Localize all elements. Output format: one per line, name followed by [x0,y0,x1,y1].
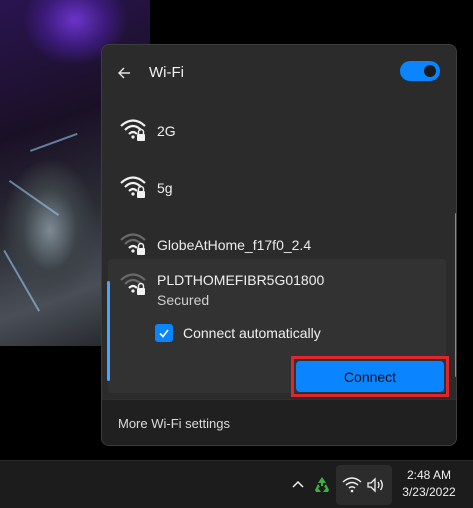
flyout-footer: More Wi-Fi settings [102,399,456,445]
wifi-weak-secured-icon [120,233,146,255]
volume-icon [367,477,383,493]
flyout-title: Wi-Fi [149,64,184,81]
back-arrow-icon [118,67,130,79]
toggle-knob [424,65,436,77]
checkmark-icon [159,329,169,338]
wifi-secured-icon [120,119,146,141]
taskbar: 2:48 AM 3/23/2022 [0,460,473,508]
network-name: 5g [157,180,173,196]
network-item-2g[interactable]: 2G [108,103,442,159]
network-name: PLDTHOMEFIBR5G01800 [157,272,325,288]
clock-date: 3/23/2022 [402,485,456,499]
selection-accent-bar [107,281,110,381]
network-item-5g[interactable]: 5g [108,160,442,216]
network-list: 2G 5g GlobeAtHome_f17f0_2.4 PLDTHOMEFIBR… [102,91,456,397]
network-name: 2G [157,123,176,139]
wifi-icon [342,477,362,493]
clock-time: 2:48 AM [406,468,452,482]
connect-button[interactable]: Connect [296,361,444,392]
taskbar-clock[interactable]: 2:48 AM 3/23/2022 [392,467,466,501]
network-name: GlobeAtHome_f17f0_2.4 [157,237,312,253]
recycle-app-icon[interactable] [312,475,332,495]
more-wifi-settings-link[interactable]: More Wi-Fi settings [118,416,230,431]
connect-automatically-label[interactable]: Connect automatically [183,325,321,341]
wifi-flyout-panel: Wi-Fi 2G 5g GlobeAtHome_f17f0_2.4 PLDTHO… [101,44,457,446]
quick-settings-button[interactable] [336,465,392,505]
network-status: Secured [157,292,210,308]
wifi-toggle[interactable] [400,61,440,81]
connect-automatically-checkbox[interactable] [155,324,173,342]
back-button[interactable] [112,61,136,85]
network-list-scrollbar[interactable] [455,213,456,377]
wifi-secured-icon [120,176,146,198]
chevron-up-icon[interactable] [290,477,306,493]
wifi-weak-secured-icon [120,273,146,295]
network-item-expanded[interactable]: PLDTHOMEFIBR5G01800 Secured Connect auto… [107,259,449,397]
